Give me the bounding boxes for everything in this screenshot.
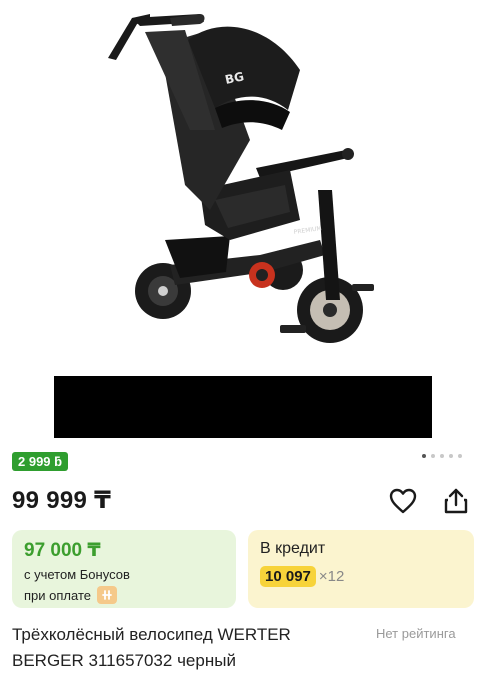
gallery-dot[interactable] (431, 454, 435, 458)
gallery-dot[interactable] (422, 454, 426, 458)
bonus-badge: 2 999 ƃ (12, 452, 69, 471)
credit-row: 10 097 ×12 (260, 566, 462, 587)
gallery-dot[interactable] (458, 454, 462, 458)
gallery-pagination[interactable] (422, 454, 462, 458)
svg-text:PREMIUM: PREMIUM (293, 225, 322, 236)
credit-label: В кредит (260, 540, 326, 557)
share-button[interactable] (441, 486, 471, 516)
gallery-dot[interactable] (449, 454, 453, 458)
favorite-button[interactable] (388, 486, 418, 516)
credit-amount: 10 097 (260, 566, 316, 587)
gallery-dot[interactable] (440, 454, 444, 458)
payment-icon (96, 586, 117, 604)
share-icon (444, 488, 468, 514)
credit-term: ×12 (318, 568, 345, 585)
product-price: 99 999 ₸ (12, 487, 112, 514)
bonus-description: с учетом Бонусов (24, 567, 130, 582)
product-title: Трёхколёсный велосипед WERTER BERGER 311… (12, 625, 291, 670)
rating-text[interactable]: Нет рейтинга (376, 626, 456, 641)
bonus-price-card[interactable]: 97 000 ₸ с учетом Бонусов при оплате (12, 530, 236, 608)
product-image[interactable]: BG PREMIUM (0, 0, 480, 372)
heart-icon (389, 488, 417, 514)
bonus-payment-label: при оплате (24, 587, 91, 603)
bonus-price: 97 000 ₸ (24, 540, 101, 561)
bonus-payment-line: при оплате (24, 586, 224, 604)
tricycle-illustration: BG PREMIUM (108, 14, 374, 343)
credit-card[interactable]: В кредит 10 097 ×12 (248, 530, 474, 608)
redacted-block (54, 376, 432, 438)
